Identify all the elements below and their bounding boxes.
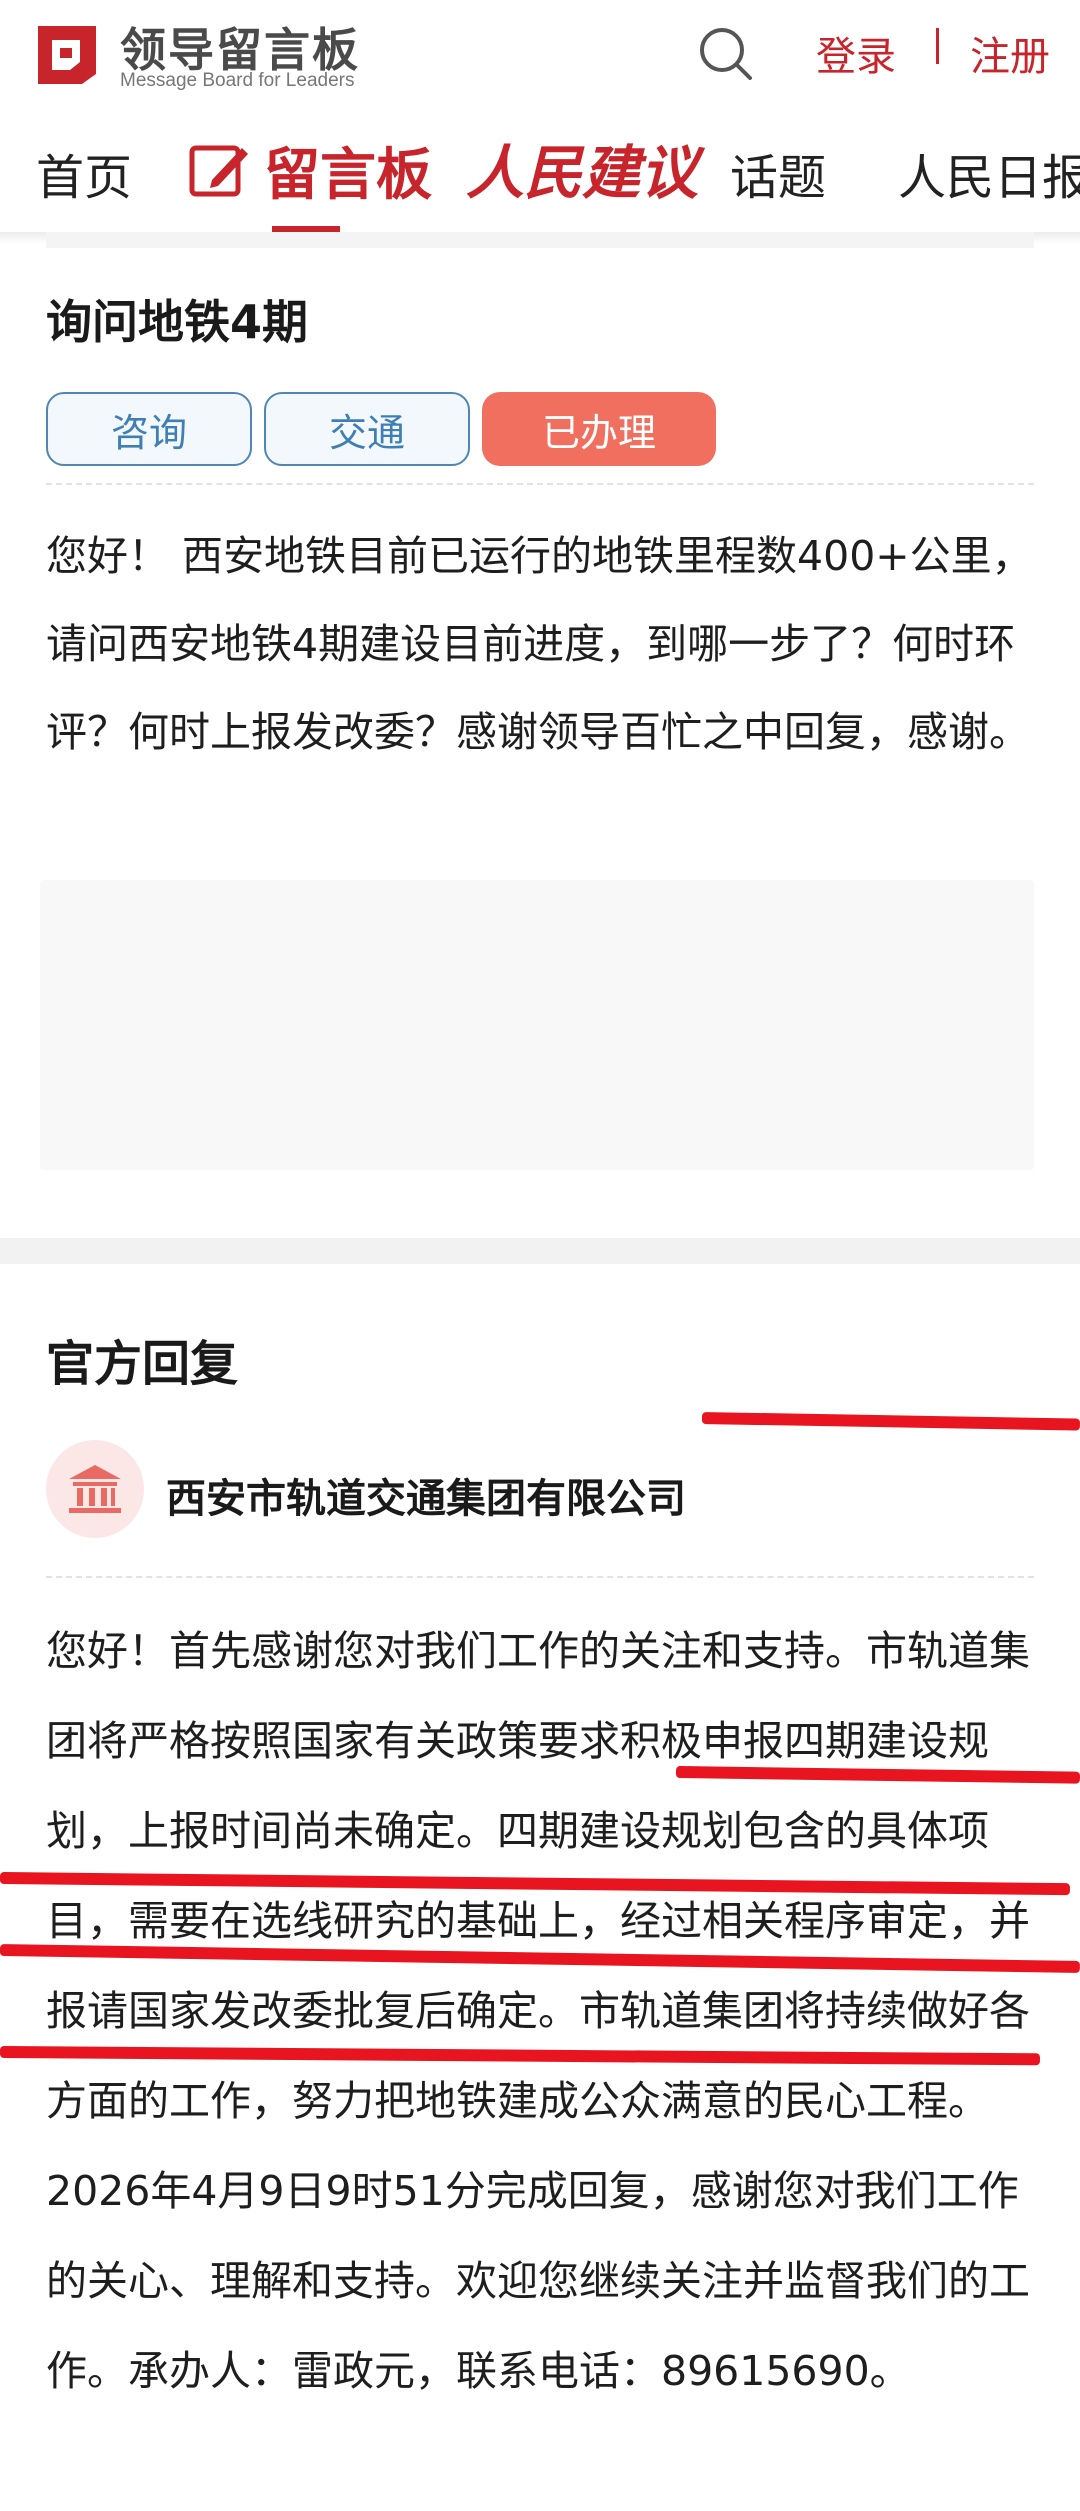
nav-item-label: 留言板 bbox=[264, 143, 432, 208]
status-badge: 已办理 bbox=[482, 392, 716, 466]
message-board-icon bbox=[189, 145, 248, 196]
divider bbox=[46, 1576, 1034, 1578]
tag-transport[interactable]: 交通 bbox=[264, 392, 470, 466]
redacted-area bbox=[40, 880, 1034, 1170]
nav-item-topics[interactable]: 话题 bbox=[730, 138, 826, 208]
question-title: 询问地铁4期 bbox=[46, 295, 309, 349]
tag-consult[interactable]: 咨询 bbox=[46, 392, 252, 466]
register-link[interactable]: 注册 bbox=[970, 24, 1050, 82]
red-annotation-line bbox=[701, 1412, 1080, 1431]
search-icon[interactable] bbox=[696, 24, 756, 84]
reply-body: 您好！首先感谢您对我们工作的关注和支持。市轨道集团将严格按照国家有关政策要求积极… bbox=[46, 1627, 1030, 2395]
header-divider bbox=[936, 28, 939, 64]
nav-item-peoples-daily[interactable]: 人民日报 bbox=[898, 138, 1080, 208]
nav-item-home[interactable]: 首页 bbox=[36, 138, 132, 208]
section-divider bbox=[0, 1238, 1080, 1264]
nav-item-message-board[interactable]: 留言板 bbox=[188, 130, 432, 211]
government-building-icon bbox=[69, 1465, 121, 1513]
app-header: 领导留言板 Message Board for Leaders 登录 注册 bbox=[0, 0, 1080, 118]
avatar bbox=[46, 1440, 144, 1538]
card-top-strip bbox=[46, 232, 1034, 248]
nav-item-people-suggestions[interactable]: 人民建议 bbox=[466, 126, 698, 210]
reply-heading: 官方回复 bbox=[46, 1336, 239, 1392]
divider bbox=[46, 483, 1034, 485]
org-name: 西安市轨道交通集团有限公司 bbox=[166, 1476, 686, 1522]
main-nav: 首页 留言板 人民建议 话题 人民日报 bbox=[0, 118, 1080, 234]
logo-icon bbox=[38, 26, 96, 84]
question-body: 您好！ 西安地铁目前已运行的地铁里程数400+公里，请问西安地铁4期建设目前进度… bbox=[46, 532, 1033, 756]
logo-subtitle: Message Board for Leaders bbox=[120, 70, 355, 91]
login-link[interactable]: 登录 bbox=[816, 24, 896, 82]
